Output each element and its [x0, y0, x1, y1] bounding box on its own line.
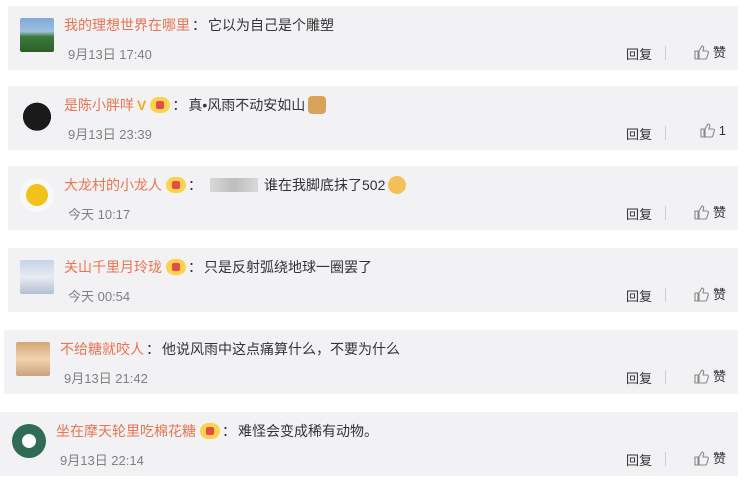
like-button[interactable]: 赞 [693, 284, 726, 303]
username-link[interactable]: 大龙村的小龙人 [64, 175, 162, 195]
thumbs-up-icon [700, 123, 715, 138]
comment-card: 我的理想世界在哪里 ： 它以为自己是个雕塑 9月13日 17:40 回复 赞 [8, 6, 738, 70]
vip-crown-icon [150, 97, 171, 113]
avatar[interactable] [20, 98, 54, 132]
reply-button[interactable]: 回复 [626, 368, 652, 387]
thumbs-up-icon [694, 368, 709, 384]
comment-time: 9月13日 23:39 [68, 127, 152, 142]
like-button[interactable]: 赞 [693, 42, 726, 61]
like-label: 赞 [712, 451, 726, 466]
sweat-emoji-icon [388, 176, 407, 194]
like-button[interactable]: 1 [699, 122, 726, 138]
action-divider [665, 452, 666, 466]
like-label: 赞 [712, 45, 726, 60]
comment-time: 9月13日 22:14 [60, 453, 144, 468]
thumbs-up-icon [694, 44, 709, 60]
censored-mention [210, 178, 258, 192]
comment-line: 我的理想世界在哪里 ： 它以为自己是个雕塑 [64, 15, 334, 35]
thumbs-up-icon [694, 204, 709, 220]
comment-time: 今天 10:17 [68, 207, 131, 222]
like-button[interactable]: 赞 [693, 202, 726, 221]
comment-text: 只是反射弧绕地球一圈罢了 [204, 259, 372, 275]
like-label: 赞 [712, 205, 726, 220]
colon-separator: ： [188, 259, 202, 275]
username-link[interactable]: 关山千里月玲珑 [64, 257, 162, 277]
avatar[interactable] [20, 260, 54, 294]
action-divider [665, 46, 666, 60]
colon-separator: ： [222, 423, 236, 439]
like-button[interactable]: 赞 [693, 366, 726, 385]
colon-separator: ： [192, 17, 206, 33]
comment-line: 大龙村的小龙人 ： 谁在我脚底抹了502 [64, 175, 407, 195]
username-link[interactable]: 坐在摩天轮里吃棉花糖 [56, 421, 196, 441]
comment-time: 9月13日 21:42 [64, 371, 148, 386]
dog-emoji-icon [308, 96, 327, 114]
username-link[interactable]: 不给糖就咬人 [60, 339, 144, 359]
v-badge-icon: V [137, 97, 147, 113]
comment-card: 关山千里月玲珑 ： 只是反射弧绕地球一圈罢了 今天 00:54 回复 赞 [8, 248, 738, 312]
vip-crown-icon [166, 177, 186, 193]
reply-button[interactable]: 回复 [626, 44, 652, 63]
reply-button[interactable]: 回复 [626, 286, 652, 305]
comment-line: 是陈小胖咩 V ： 真•风雨不动安如山 [64, 95, 327, 115]
comment-text: 难怪会变成稀有动物。 [238, 423, 378, 439]
comment-line: 关山千里月玲珑 ： 只是反射弧绕地球一圈罢了 [64, 257, 372, 277]
comment-card: 不给糖就咬人 ： 他说风雨中这点痛算什么，不要为什么 9月13日 21:42 回… [4, 330, 738, 394]
reply-button[interactable]: 回复 [626, 450, 652, 469]
like-count: 1 [718, 122, 726, 138]
comment-text: 谁在我脚底抹了502 [264, 177, 386, 193]
comment-text: 它以为自己是个雕塑 [208, 17, 334, 33]
comment-card: 坐在摩天轮里吃棉花糖 ： 难怪会变成稀有动物。 9月13日 22:14 回复 赞 [0, 412, 738, 476]
like-label: 赞 [712, 369, 726, 384]
action-divider [665, 126, 666, 140]
username-link[interactable]: 是陈小胖咩 [64, 95, 134, 115]
thumbs-up-icon [694, 450, 709, 466]
avatar[interactable] [20, 178, 54, 212]
comment-line: 不给糖就咬人 ： 他说风雨中这点痛算什么，不要为什么 [60, 339, 400, 359]
vip-crown-icon [166, 259, 186, 275]
comment-line: 坐在摩天轮里吃棉花糖 ： 难怪会变成稀有动物。 [56, 421, 378, 441]
username-link[interactable]: 我的理想世界在哪里 [64, 15, 190, 35]
like-label: 赞 [712, 287, 726, 302]
avatar[interactable] [16, 342, 50, 376]
comment-card: 是陈小胖咩 V ： 真•风雨不动安如山 9月13日 23:39 回复 1 [8, 86, 738, 150]
comment-time: 9月13日 17:40 [68, 47, 152, 62]
colon-separator: ： [172, 97, 187, 113]
action-divider [665, 206, 666, 220]
comment-text: 他说风雨中这点痛算什么，不要为什么 [162, 341, 400, 357]
colon-separator: ： [188, 177, 202, 193]
action-divider [665, 370, 666, 384]
reply-button[interactable]: 回复 [626, 204, 652, 223]
comment-time: 今天 00:54 [68, 289, 131, 304]
colon-separator: ： [146, 341, 160, 357]
avatar[interactable] [20, 18, 54, 52]
comment-card: 大龙村的小龙人 ： 谁在我脚底抹了502 今天 10:17 回复 赞 [8, 166, 738, 230]
vip-crown-icon [200, 423, 220, 439]
like-button[interactable]: 赞 [693, 448, 726, 467]
action-divider [665, 288, 666, 302]
reply-button[interactable]: 回复 [626, 124, 652, 143]
comment-text: 真•风雨不动安如山 [188, 97, 306, 113]
avatar[interactable] [12, 424, 46, 458]
thumbs-up-icon [694, 286, 709, 302]
